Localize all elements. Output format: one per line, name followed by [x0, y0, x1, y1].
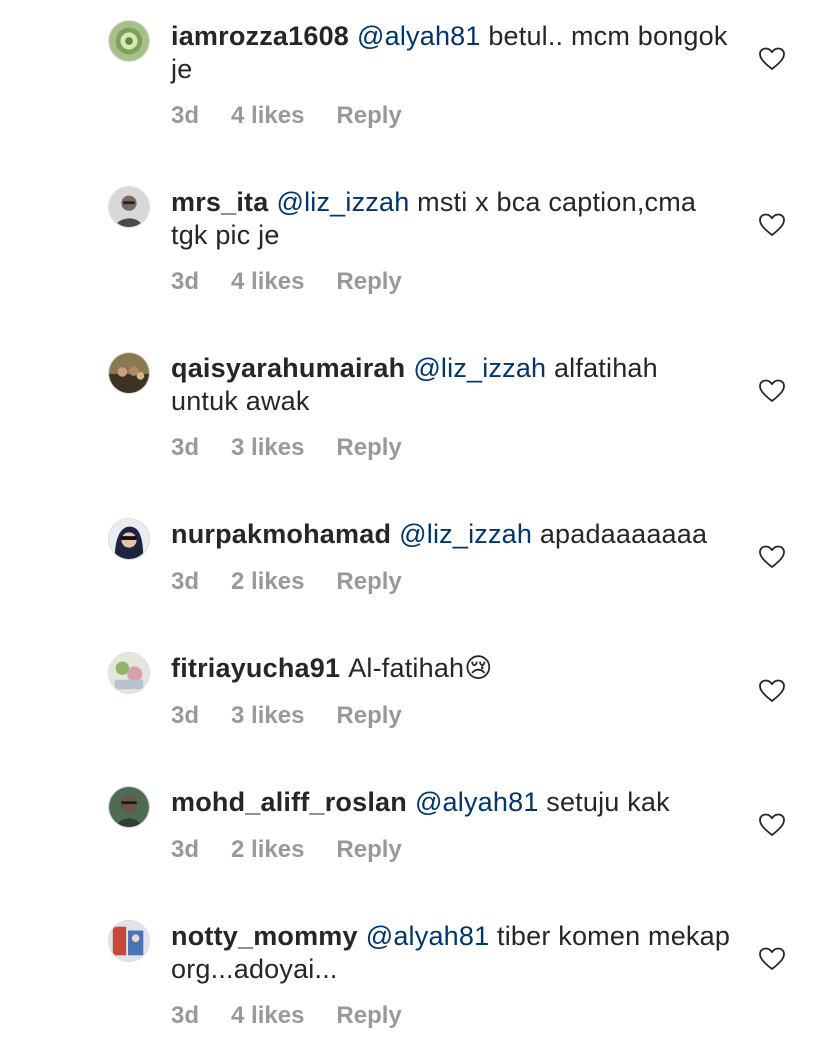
- heart-outline-icon[interactable]: [759, 213, 785, 237]
- comment-body: Al-fatihah😢: [348, 653, 493, 683]
- comment-likes[interactable]: 3 likes: [231, 434, 304, 462]
- comment-text: mohd_aliff_roslan @alyah81 setuju kak: [171, 786, 731, 819]
- reply-button[interactable]: Reply: [336, 1002, 401, 1030]
- avatar[interactable]: [108, 786, 150, 828]
- comment-meta: 3d 2 likes Reply: [171, 836, 434, 864]
- comment-mention[interactable]: @alyah81: [357, 21, 481, 51]
- comment-text: nurpakmohamad @liz_izzah apadaaaaaaa: [171, 518, 731, 551]
- comment-username[interactable]: fitriayucha91: [171, 653, 340, 683]
- comment-username[interactable]: notty_mommy: [171, 921, 358, 951]
- reply-button[interactable]: Reply: [336, 568, 401, 596]
- reply-button[interactable]: Reply: [336, 836, 401, 864]
- avatar[interactable]: [108, 920, 150, 962]
- comment-time: 3d: [171, 1002, 200, 1029]
- comment-username[interactable]: mrs_ita: [171, 187, 268, 217]
- comment-time: 3d: [171, 836, 200, 863]
- reply-button[interactable]: Reply: [336, 102, 401, 130]
- avatar[interactable]: [108, 352, 150, 394]
- comment-mention[interactable]: @alyah81: [415, 787, 539, 817]
- comment-mention[interactable]: @alyah81: [366, 921, 490, 951]
- comment-time: 3d: [171, 702, 200, 729]
- comment-meta: 3d 4 likes Reply: [171, 1002, 434, 1030]
- heart-outline-icon[interactable]: [759, 813, 785, 837]
- comment-time: 3d: [171, 434, 200, 461]
- comment-likes[interactable]: 3 likes: [231, 702, 304, 730]
- comment-text: fitriayucha91 Al-fatihah😢: [171, 652, 731, 685]
- comment-mention[interactable]: @liz_izzah: [399, 519, 532, 549]
- comment-meta: 3d 3 likes Reply: [171, 702, 434, 730]
- reply-button[interactable]: Reply: [336, 434, 401, 462]
- avatar[interactable]: [108, 20, 150, 62]
- comment-likes[interactable]: 4 likes: [231, 102, 304, 130]
- comment-text: mrs_ita @liz_izzah msti x bca caption,cma…: [171, 186, 731, 252]
- avatar[interactable]: [108, 518, 150, 560]
- heart-outline-icon[interactable]: [759, 545, 785, 569]
- avatar[interactable]: [108, 652, 150, 694]
- comment-likes[interactable]: 2 likes: [231, 836, 304, 864]
- comment-username[interactable]: iamrozza1608: [171, 21, 349, 51]
- comment-mention[interactable]: @liz_izzah: [413, 353, 546, 383]
- comment-meta: 3d 3 likes Reply: [171, 434, 434, 462]
- heart-outline-icon[interactable]: [759, 947, 785, 971]
- heart-outline-icon[interactable]: [759, 47, 785, 71]
- comment-text: notty_mommy @alyah81 tiber komen mekap or…: [171, 920, 731, 986]
- comment-text: qaisyarahumairah @liz_izzah alfatihah unt…: [171, 352, 731, 418]
- comment-text: iamrozza1608 @alyah81 betul.. mcm bongok …: [171, 20, 731, 86]
- comment-time: 3d: [171, 268, 200, 295]
- comment-meta: 3d 2 likes Reply: [171, 568, 434, 596]
- comment-username[interactable]: nurpakmohamad: [171, 519, 391, 549]
- comment-meta: 3d 4 likes Reply: [171, 268, 434, 296]
- comment-likes[interactable]: 2 likes: [231, 568, 304, 596]
- comment-meta: 3d 4 likes Reply: [171, 102, 434, 130]
- comment-body: setuju kak: [546, 787, 670, 817]
- comment-likes[interactable]: 4 likes: [231, 268, 304, 296]
- comment-username[interactable]: mohd_aliff_roslan: [171, 787, 407, 817]
- heart-outline-icon[interactable]: [759, 379, 785, 403]
- heart-outline-icon[interactable]: [759, 679, 785, 703]
- comment-mention[interactable]: @liz_izzah: [276, 187, 409, 217]
- reply-button[interactable]: Reply: [336, 268, 401, 296]
- avatar[interactable]: [108, 186, 150, 228]
- comment-body: apadaaaaaaa: [539, 519, 708, 549]
- comment-username[interactable]: qaisyarahumairah: [171, 353, 405, 383]
- reply-button[interactable]: Reply: [336, 702, 401, 730]
- comment-time: 3d: [171, 568, 200, 595]
- comment-likes[interactable]: 4 likes: [231, 1002, 304, 1030]
- comment-time: 3d: [171, 102, 200, 129]
